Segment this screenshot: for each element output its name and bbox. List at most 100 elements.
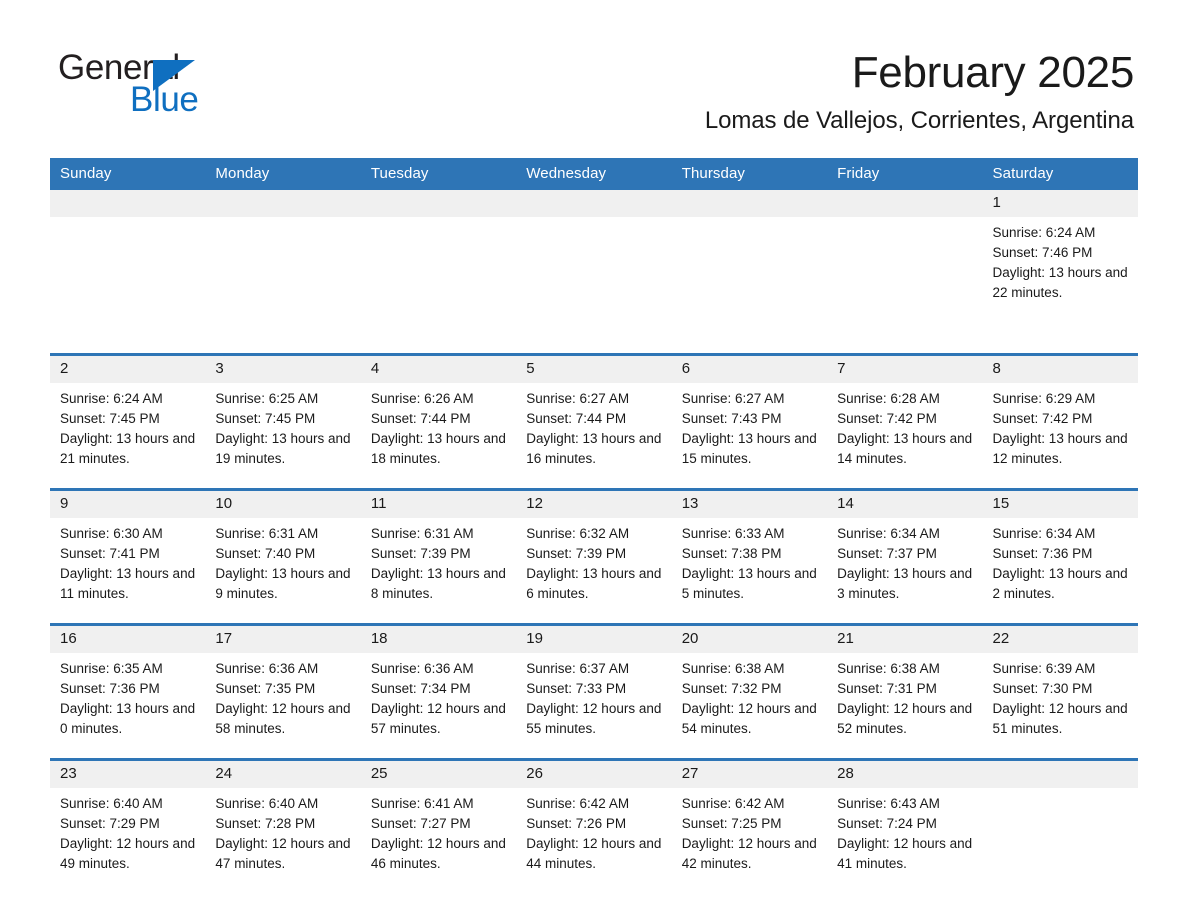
- calendar-day-cell[interactable]: 10 Sunrise: 6:31 AM Sunset: 7:40 PM Dayligh…: [205, 487, 361, 624]
- calendar-day-cell[interactable]: 13 Sunrise: 6:33 AM Sunset: 7:38 PM Dayligh…: [671, 487, 828, 624]
- sunset-text: Sunset: 7:27 PM: [370, 815, 471, 831]
- calendar-cell-empty: [50, 190, 206, 354]
- day-details: Sunrise: 6:31 AM Sunset: 7:39 PM Daylight:…: [361, 518, 516, 620]
- daylight-text: Daylight: 12 hours and 42 minutes.: [681, 835, 817, 871]
- calendar-day-cell[interactable]: 28 Sunrise: 6:43 AM Sunset: 7:24 PM Dayligh…: [827, 757, 983, 894]
- day-number: 22: [982, 625, 1138, 653]
- logo-text-blue: Blue: [130, 80, 199, 119]
- day-details: Sunrise: 6:25 AM Sunset: 7:45 PM Daylight:…: [205, 383, 360, 485]
- calendar-day-cell[interactable]: 9 Sunrise: 6:30 AM Sunset: 7:41 PM Daylight…: [50, 487, 206, 624]
- sunset-text: Sunset: 7:38 PM: [681, 545, 782, 561]
- calendar-day-cell[interactable]: 4 Sunrise: 6:26 AM Sunset: 7:44 PM Daylight…: [360, 352, 517, 489]
- weekday-header-tuesday: Tuesday: [360, 158, 517, 190]
- calendar-day-cell[interactable]: 1 Sunrise: 6:24 AM Sunset: 7:46 PM Daylight…: [982, 190, 1138, 354]
- sunrise-text: Sunrise: 6:24 AM: [992, 225, 1096, 240]
- calendar-cell-empty: [671, 190, 828, 354]
- sunset-text: Sunset: 7:36 PM: [992, 545, 1093, 561]
- day-details: Sunrise: 6:36 AM Sunset: 7:34 PM Daylight:…: [361, 653, 516, 755]
- calendar-week-row: 16 Sunrise: 6:35 AM Sunset: 7:36 PM Dayligh…: [50, 622, 1138, 759]
- day-number: 19: [516, 625, 672, 653]
- calendar-day-cell[interactable]: 19 Sunrise: 6:37 AM Sunset: 7:33 PM Dayligh…: [516, 622, 672, 759]
- day-number: 27: [671, 760, 828, 788]
- calendar-day-cell[interactable]: 14 Sunrise: 6:34 AM Sunset: 7:37 PM Dayligh…: [827, 487, 983, 624]
- calendar-week-row: 1 Sunrise: 6:24 AM Sunset: 7:46 PM Daylight…: [50, 190, 1138, 354]
- day-details: Sunrise: 6:34 AM Sunset: 7:36 PM Daylight:…: [983, 518, 1138, 620]
- daylight-text: Daylight: 12 hours and 58 minutes.: [215, 700, 351, 736]
- sunset-text: Sunset: 7:45 PM: [215, 410, 316, 426]
- sunset-text: Sunset: 7:24 PM: [837, 815, 937, 831]
- day-details: Sunrise: 6:33 AM Sunset: 7:38 PM Daylight:…: [672, 518, 827, 620]
- day-number: 8: [982, 355, 1138, 383]
- calendar-day-cell[interactable]: 24 Sunrise: 6:40 AM Sunset: 7:28 PM Dayligh…: [205, 757, 361, 894]
- calendar-cell-empty: [827, 190, 983, 354]
- calendar-day-cell[interactable]: 23 Sunrise: 6:40 AM Sunset: 7:29 PM Dayligh…: [50, 757, 206, 894]
- calendar-header-row: Sunday Monday Tuesday Wednesday Thursday…: [50, 158, 1138, 190]
- sunset-text: Sunset: 7:39 PM: [370, 545, 471, 561]
- sunset-text: Sunset: 7:25 PM: [681, 815, 782, 831]
- page-title: February 2025: [851, 48, 1135, 97]
- sunrise-text: Sunrise: 6:27 AM: [681, 390, 785, 406]
- calendar-day-cell[interactable]: 17 Sunrise: 6:36 AM Sunset: 7:35 PM Dayligh…: [205, 622, 361, 759]
- sunset-text: Sunset: 7:42 PM: [992, 410, 1093, 426]
- day-details: Sunrise: 6:40 AM Sunset: 7:28 PM Daylight:…: [205, 788, 360, 890]
- calendar-day-cell[interactable]: 11 Sunrise: 6:31 AM Sunset: 7:39 PM Dayligh…: [360, 487, 517, 624]
- sunrise-text: Sunrise: 6:34 AM: [837, 525, 940, 541]
- general-blue-logo[interactable]: General Blue: [58, 50, 258, 120]
- calendar-day-cell[interactable]: 8 Sunrise: 6:29 AM Sunset: 7:42 PM Daylight…: [982, 352, 1138, 489]
- day-number: 26: [516, 760, 672, 788]
- sunrise-text: Sunrise: 6:42 AM: [526, 795, 630, 811]
- calendar-day-cell[interactable]: 2 Sunrise: 6:24 AM Sunset: 7:45 PM Daylight…: [50, 352, 206, 489]
- daylight-text: Daylight: 13 hours and 12 minutes.: [992, 430, 1128, 466]
- calendar-day-cell[interactable]: 22 Sunrise: 6:39 AM Sunset: 7:30 PM Dayligh…: [982, 622, 1138, 759]
- daylight-text: Daylight: 12 hours and 46 minutes.: [370, 835, 506, 871]
- calendar-day-cell[interactable]: 5 Sunrise: 6:27 AM Sunset: 7:44 PM Daylight…: [516, 352, 672, 489]
- day-number: 17: [205, 625, 361, 653]
- weekday-header-sunday: Sunday: [50, 158, 206, 190]
- calendar-day-cell[interactable]: 7 Sunrise: 6:28 AM Sunset: 7:42 PM Daylight…: [827, 352, 983, 489]
- calendar-day-cell[interactable]: 18 Sunrise: 6:36 AM Sunset: 7:34 PM Dayligh…: [360, 622, 517, 759]
- sunrise-text: Sunrise: 6:40 AM: [215, 795, 319, 811]
- calendar-day-cell[interactable]: 27 Sunrise: 6:42 AM Sunset: 7:25 PM Dayligh…: [671, 757, 828, 894]
- sunset-text: Sunset: 7:31 PM: [837, 680, 937, 696]
- daylight-text: Daylight: 13 hours and 15 minutes.: [681, 430, 817, 466]
- sunset-text: Sunset: 7:34 PM: [370, 680, 471, 696]
- day-details: Sunrise: 6:27 AM Sunset: 7:43 PM Daylight:…: [672, 383, 827, 485]
- weekday-header-friday: Friday: [827, 158, 983, 190]
- calendar-week-row: 23 Sunrise: 6:40 AM Sunset: 7:29 PM Dayligh…: [50, 757, 1138, 894]
- daylight-text: Daylight: 13 hours and 0 minutes.: [60, 700, 196, 736]
- day-number: 6: [671, 355, 828, 383]
- calendar-day-cell[interactable]: 21 Sunrise: 6:38 AM Sunset: 7:31 PM Dayligh…: [827, 622, 983, 759]
- daylight-text: Daylight: 13 hours and 11 minutes.: [60, 565, 196, 601]
- calendar-day-cell[interactable]: 26 Sunrise: 6:42 AM Sunset: 7:26 PM Dayligh…: [516, 757, 672, 894]
- daylight-text: Daylight: 12 hours and 47 minutes.: [215, 835, 351, 871]
- calendar-day-cell[interactable]: 25 Sunrise: 6:41 AM Sunset: 7:27 PM Dayligh…: [360, 757, 517, 894]
- day-details: Sunrise: 6:31 AM Sunset: 7:40 PM Daylight:…: [205, 518, 360, 620]
- daylight-text: Daylight: 12 hours and 41 minutes.: [837, 835, 973, 871]
- sunrise-text: Sunrise: 6:28 AM: [837, 390, 940, 406]
- calendar-day-cell[interactable]: 16 Sunrise: 6:35 AM Sunset: 7:36 PM Dayligh…: [50, 622, 206, 759]
- sunrise-text: Sunrise: 6:43 AM: [837, 795, 940, 811]
- weekday-header-saturday: Saturday: [982, 158, 1138, 190]
- daylight-text: Daylight: 13 hours and 21 minutes.: [60, 430, 196, 466]
- calendar-day-cell[interactable]: 6 Sunrise: 6:27 AM Sunset: 7:43 PM Daylight…: [671, 352, 828, 489]
- day-number: 15: [982, 490, 1138, 518]
- day-details: Sunrise: 6:38 AM Sunset: 7:32 PM Daylight:…: [672, 653, 827, 755]
- sunset-text: Sunset: 7:39 PM: [526, 545, 627, 561]
- calendar-day-cell[interactable]: 3 Sunrise: 6:25 AM Sunset: 7:45 PM Daylight…: [205, 352, 361, 489]
- sunset-text: Sunset: 7:44 PM: [370, 410, 471, 426]
- calendar-day-cell[interactable]: 20 Sunrise: 6:38 AM Sunset: 7:32 PM Dayligh…: [671, 622, 828, 759]
- day-number: [50, 190, 206, 217]
- sunrise-text: Sunrise: 6:40 AM: [60, 795, 163, 811]
- sunrise-text: Sunrise: 6:26 AM: [370, 390, 474, 406]
- calendar-day-cell[interactable]: 12 Sunrise: 6:32 AM Sunset: 7:39 PM Dayligh…: [516, 487, 672, 624]
- sunset-text: Sunset: 7:43 PM: [681, 410, 782, 426]
- day-details: Sunrise: 6:36 AM Sunset: 7:35 PM Daylight:…: [205, 653, 360, 755]
- calendar-week-row: 2 Sunrise: 6:24 AM Sunset: 7:45 PM Daylight…: [50, 352, 1138, 489]
- weekday-header-wednesday: Wednesday: [516, 158, 672, 190]
- calendar-cell-empty: [205, 190, 361, 354]
- sunrise-text: Sunrise: 6:31 AM: [370, 525, 474, 541]
- calendar-day-cell[interactable]: 15 Sunrise: 6:34 AM Sunset: 7:36 PM Dayligh…: [982, 487, 1138, 624]
- weekday-header-monday: Monday: [205, 158, 361, 190]
- day-details: Sunrise: 6:34 AM Sunset: 7:37 PM Daylight:…: [827, 518, 982, 620]
- day-details: Sunrise: 6:32 AM Sunset: 7:39 PM Daylight:…: [516, 518, 671, 620]
